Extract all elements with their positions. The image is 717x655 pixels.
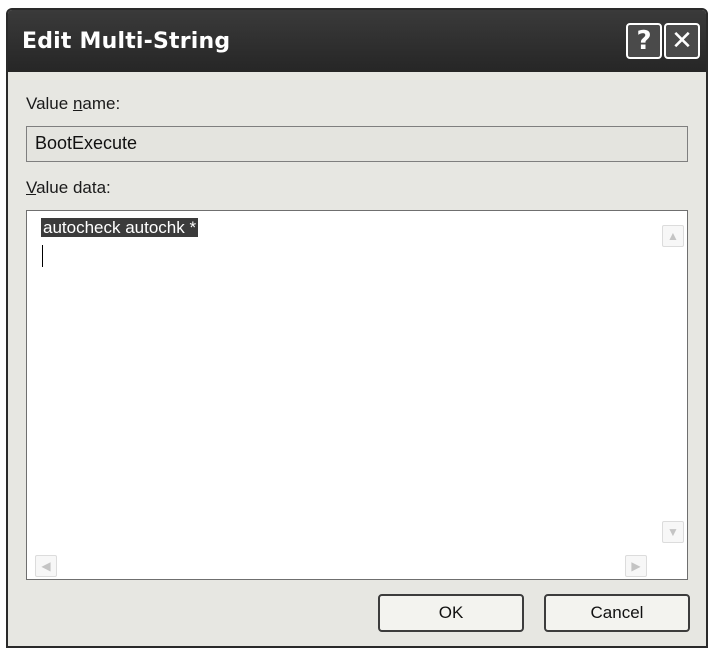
value-name-label-prefix: Value xyxy=(26,94,73,113)
value-data-label-accelerator: V xyxy=(26,178,37,197)
edit-multi-string-dialog: Edit Multi-String ? ✕ Value name: BootEx… xyxy=(6,8,708,648)
close-button[interactable]: ✕ xyxy=(664,23,700,59)
horizontal-scrollbar[interactable]: ◀ ▶ xyxy=(27,553,661,579)
scroll-right-icon[interactable]: ▶ xyxy=(625,555,647,577)
value-name-label-accelerator: n xyxy=(72,94,83,113)
value-data-label: Value data: xyxy=(26,178,111,198)
scroll-down-icon[interactable]: ▼ xyxy=(662,521,684,543)
value-name-label-suffix: ame: xyxy=(82,94,121,113)
title-bar[interactable]: Edit Multi-String ? ✕ xyxy=(8,10,706,72)
close-icon: ✕ xyxy=(671,26,693,56)
help-icon: ? xyxy=(636,26,652,56)
value-name-text: BootExecute xyxy=(35,133,138,153)
scroll-up-icon[interactable]: ▲ xyxy=(662,225,684,247)
value-data-label-suffix: alue data: xyxy=(36,178,111,197)
value-name-label: Value name: xyxy=(26,94,120,114)
vertical-scrollbar[interactable]: ▲ ▼ xyxy=(661,211,687,553)
ok-button[interactable]: OK xyxy=(378,594,524,632)
value-data-line: autocheck autochk * xyxy=(41,218,199,237)
value-data-content: autocheck autochk * xyxy=(41,217,199,239)
help-button[interactable]: ? xyxy=(626,23,662,59)
value-name-field[interactable]: BootExecute xyxy=(26,126,688,162)
dialog-title: Edit Multi-String xyxy=(22,29,231,54)
value-data-textarea[interactable]: autocheck autochk * ▲ ▼ ◀ ▶ xyxy=(26,210,688,580)
scroll-left-icon[interactable]: ◀ xyxy=(35,555,57,577)
text-caret xyxy=(42,245,43,267)
cancel-button[interactable]: Cancel xyxy=(544,594,690,632)
